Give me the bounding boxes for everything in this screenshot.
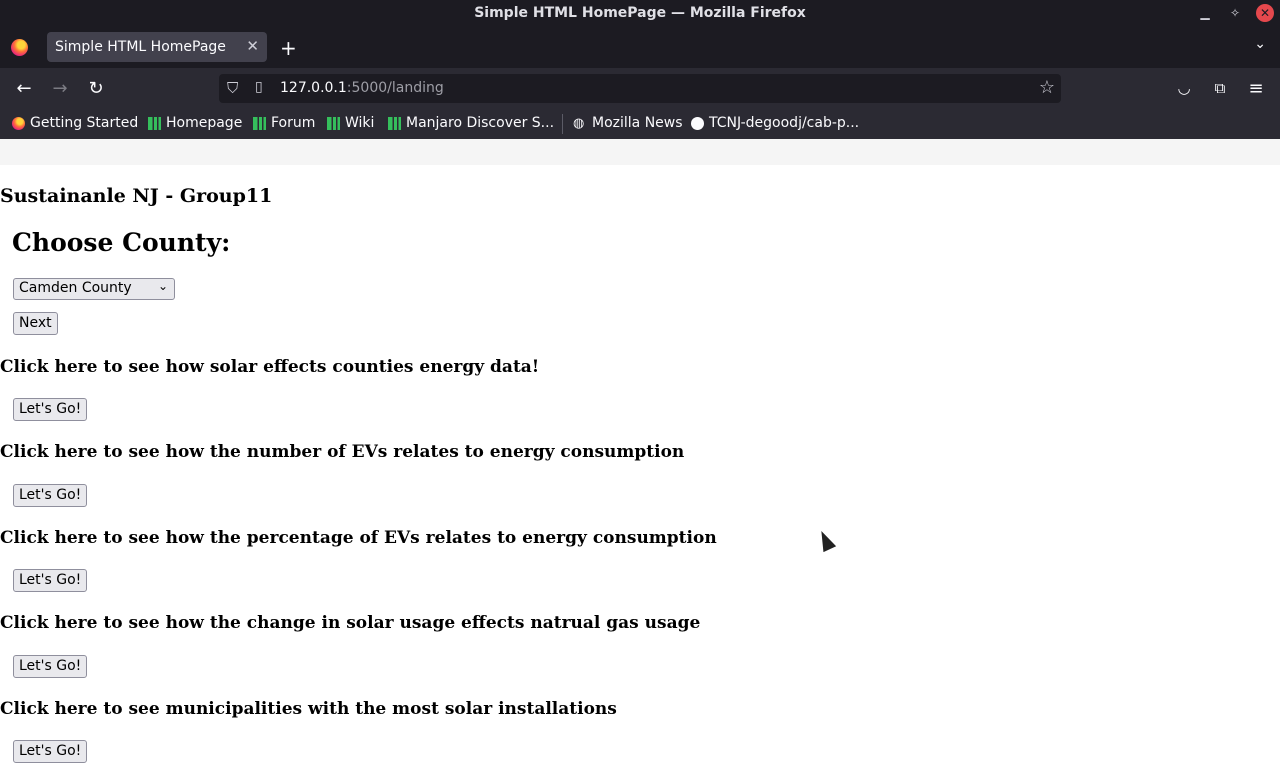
bookmark-mozilla-news[interactable]: ◍ Mozilla News bbox=[573, 115, 683, 131]
page-content: Sustainanle NJ - Group11 Choose County: … bbox=[0, 139, 1280, 776]
url-path: :5000/landing bbox=[346, 80, 444, 96]
bookmark-label: Mozilla News bbox=[592, 115, 683, 131]
section-label-solar: Click here to see how solar effects coun… bbox=[0, 357, 540, 377]
bookmark-star-icon[interactable]: ☆ bbox=[1039, 77, 1055, 98]
url-text: 127.0.0.1:5000/landing bbox=[280, 80, 444, 96]
tab-simple-html-homepage[interactable]: Simple HTML HomePage ✕ bbox=[47, 32, 267, 62]
choose-county-heading: Choose County: bbox=[12, 228, 231, 257]
tab-close-icon[interactable]: ✕ bbox=[246, 37, 259, 55]
tab-bar: Simple HTML HomePage ✕ + ⌄ bbox=[0, 26, 1280, 68]
shield-icon[interactable]: ⛉ bbox=[227, 79, 238, 97]
bookmark-manjaro-discover[interactable]: Manjaro Discover S... bbox=[388, 115, 554, 131]
manjaro-icon bbox=[388, 116, 401, 130]
section-label-solar-gas: Click here to see how the change in sola… bbox=[0, 613, 701, 633]
county-select[interactable]: Camden County ⌄ bbox=[13, 278, 175, 300]
bookmarks-separator bbox=[562, 114, 563, 134]
section-label-municipalities: Click here to see municipalities with th… bbox=[0, 699, 617, 719]
bookmark-label: TCNJ-degoodj/cab-p... bbox=[709, 115, 860, 131]
firefox-icon bbox=[12, 116, 25, 130]
lets-go-button-ev-percentage[interactable]: Let's Go! bbox=[13, 569, 88, 592]
bookmark-wiki[interactable]: Wiki bbox=[327, 115, 374, 131]
manjaro-icon bbox=[253, 116, 266, 130]
navigation-toolbar: ← → ↻ ⛉ ▯ 127.0.0.1:5000/landing ☆ ◡ ⧉ ≡ bbox=[0, 68, 1280, 108]
bookmark-label: Forum bbox=[271, 115, 316, 131]
page-icon[interactable]: ▯ bbox=[255, 79, 263, 95]
lets-go-button-ev-count[interactable]: Let's Go! bbox=[13, 484, 88, 507]
restore-icon[interactable]: ✧ bbox=[1226, 4, 1244, 22]
back-arrow-icon[interactable]: ← bbox=[13, 77, 35, 99]
manjaro-icon bbox=[327, 116, 340, 130]
title-bar: Simple HTML HomePage — Mozilla Firefox ▁… bbox=[0, 0, 1280, 26]
globe-icon: ◍ bbox=[573, 115, 585, 131]
forward-arrow-icon[interactable]: → bbox=[49, 77, 71, 99]
github-icon bbox=[691, 116, 704, 130]
bookmark-getting-started[interactable]: Getting Started bbox=[12, 115, 138, 131]
next-button[interactable]: Next bbox=[13, 312, 58, 335]
bookmark-label: Getting Started bbox=[30, 115, 139, 131]
extensions-icon[interactable]: ⧉ bbox=[1209, 77, 1231, 99]
hamburger-menu-icon[interactable]: ≡ bbox=[1245, 77, 1267, 99]
bookmark-label: Manjaro Discover S... bbox=[406, 115, 555, 131]
bookmark-github-repo[interactable]: TCNJ-degoodj/cab-p... bbox=[691, 115, 859, 131]
url-host: 127.0.0.1 bbox=[280, 80, 347, 96]
window-title: Simple HTML HomePage — Mozilla Firefox bbox=[474, 5, 806, 21]
new-tab-icon[interactable]: + bbox=[280, 36, 297, 60]
manjaro-icon bbox=[148, 116, 161, 130]
tab-label: Simple HTML HomePage bbox=[55, 39, 226, 55]
lets-go-button-solar-gas[interactable]: Let's Go! bbox=[13, 655, 88, 678]
chevron-down-icon[interactable]: ⌄ bbox=[1254, 36, 1266, 52]
bookmarks-toolbar: Getting Started Homepage Forum Wiki Manj… bbox=[0, 108, 1280, 139]
pocket-icon[interactable]: ◡ bbox=[1173, 77, 1195, 99]
browser-chrome: Simple HTML HomePage — Mozilla Firefox ▁… bbox=[0, 0, 1280, 139]
minimize-icon[interactable]: ▁ bbox=[1196, 4, 1214, 22]
chevron-down-icon: ⌄ bbox=[157, 279, 168, 293]
section-label-ev-count: Click here to see how the number of EVs … bbox=[0, 442, 685, 462]
bookmark-forum[interactable]: Forum bbox=[253, 115, 315, 131]
lets-go-button-solar[interactable]: Let's Go! bbox=[13, 398, 88, 421]
firefox-menu-icon[interactable] bbox=[11, 39, 28, 56]
site-title: Sustainanle NJ - Group11 bbox=[0, 185, 273, 207]
bookmark-label: Homepage bbox=[166, 115, 243, 131]
bookmark-homepage[interactable]: Homepage bbox=[148, 115, 242, 131]
bookmark-label: Wiki bbox=[345, 115, 375, 131]
lets-go-button-municipalities[interactable]: Let's Go! bbox=[13, 740, 88, 763]
url-bar[interactable]: ⛉ ▯ 127.0.0.1:5000/landing ☆ bbox=[219, 74, 1061, 103]
top-strip bbox=[0, 139, 1280, 165]
reload-icon[interactable]: ↻ bbox=[85, 77, 107, 99]
section-label-ev-percentage: Click here to see how the percentage of … bbox=[0, 528, 717, 548]
close-window-icon[interactable]: ✕ bbox=[1256, 4, 1274, 22]
county-select-value: Camden County bbox=[19, 280, 132, 296]
